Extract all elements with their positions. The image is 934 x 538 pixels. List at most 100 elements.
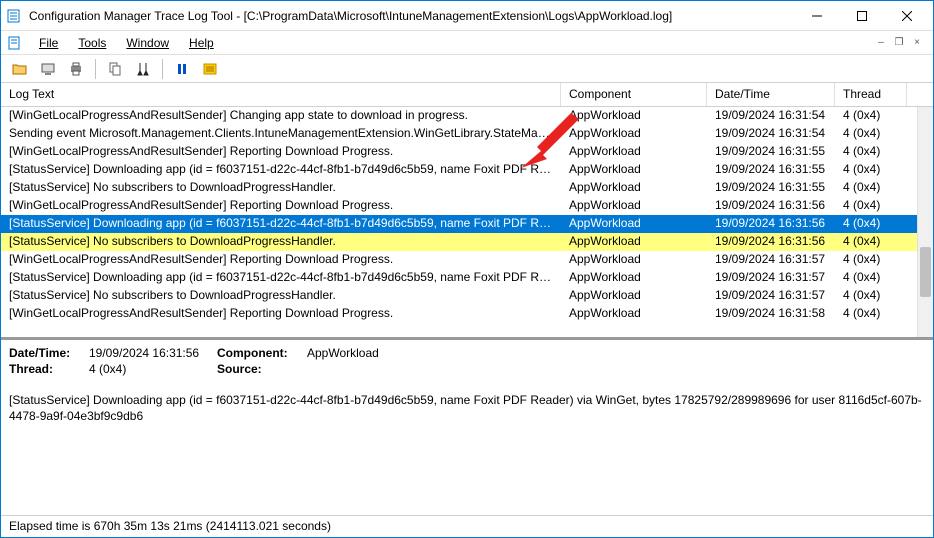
log-cell-text: [WinGetLocalProgressAndResultSender] Rep… xyxy=(1,305,561,323)
log-cell-datetime: 19/09/2024 16:31:58 xyxy=(707,305,835,323)
log-cell-thread: 4 (0x4) xyxy=(835,215,907,233)
log-cell-text: [StatusService] Downloading app (id = f6… xyxy=(1,269,561,287)
detail-thread-value: 4 (0x4) xyxy=(89,362,126,376)
log-cell-text: [WinGetLocalProgressAndResultSender] Rep… xyxy=(1,143,561,161)
log-cell-component: AppWorkload xyxy=(561,143,707,161)
log-cell-component: AppWorkload xyxy=(561,161,707,179)
document-icon xyxy=(7,35,23,51)
status-bar: Elapsed time is 670h 35m 13s 21ms (24141… xyxy=(1,515,933,537)
title-bar: Configuration Manager Trace Log Tool - [… xyxy=(1,1,933,31)
pause-button[interactable] xyxy=(171,58,193,80)
detail-message: [StatusService] Downloading app (id = f6… xyxy=(9,392,925,424)
log-cell-thread: 4 (0x4) xyxy=(835,251,907,269)
detail-component-label: Component: xyxy=(217,346,307,360)
log-cell-text: [StatusService] No subscribers to Downlo… xyxy=(1,233,561,251)
log-cell-datetime: 19/09/2024 16:31:54 xyxy=(707,107,835,125)
log-row[interactable]: [WinGetLocalProgressAndResultSender] Rep… xyxy=(1,197,933,215)
log-cell-thread: 4 (0x4) xyxy=(835,269,907,287)
minimize-button[interactable] xyxy=(794,2,839,30)
log-row[interactable]: [StatusService] Downloading app (id = f6… xyxy=(1,161,933,179)
log-cell-text: [WinGetLocalProgressAndResultSender] Rep… xyxy=(1,197,561,215)
log-cell-datetime: 19/09/2024 16:31:56 xyxy=(707,197,835,215)
menu-window[interactable]: Window xyxy=(116,34,179,52)
log-row[interactable]: [StatusService] No subscribers to Downlo… xyxy=(1,287,933,305)
mdi-minimize-button[interactable]: – xyxy=(873,35,889,51)
log-cell-component: AppWorkload xyxy=(561,179,707,197)
vertical-scrollbar[interactable] xyxy=(917,107,933,337)
log-row[interactable]: [StatusService] No subscribers to Downlo… xyxy=(1,179,933,197)
log-cell-datetime: 19/09/2024 16:31:55 xyxy=(707,179,835,197)
detail-datetime-label: Date/Time: xyxy=(9,346,89,360)
log-cell-thread: 4 (0x4) xyxy=(835,161,907,179)
log-cell-component: AppWorkload xyxy=(561,125,707,143)
log-row[interactable]: [WinGetLocalProgressAndResultSender] Cha… xyxy=(1,107,933,125)
col-header-text[interactable]: Log Text xyxy=(1,83,561,106)
log-cell-datetime: 19/09/2024 16:31:55 xyxy=(707,143,835,161)
print-button[interactable] xyxy=(65,58,87,80)
log-cell-thread: 4 (0x4) xyxy=(835,107,907,125)
log-cell-component: AppWorkload xyxy=(561,233,707,251)
log-cell-text: [WinGetLocalProgressAndResultSender] Rep… xyxy=(1,251,561,269)
maximize-button[interactable] xyxy=(839,2,884,30)
log-cell-datetime: 19/09/2024 16:31:57 xyxy=(707,269,835,287)
log-cell-component: AppWorkload xyxy=(561,215,707,233)
window-title: Configuration Manager Trace Log Tool - [… xyxy=(29,9,794,23)
log-cell-text: [StatusService] No subscribers to Downlo… xyxy=(1,287,561,305)
log-cell-thread: 4 (0x4) xyxy=(835,233,907,251)
col-header-thread[interactable]: Thread xyxy=(835,83,907,106)
open-file-button[interactable] xyxy=(9,58,31,80)
log-row[interactable]: [StatusService] Downloading app (id = f6… xyxy=(1,269,933,287)
log-row[interactable]: [WinGetLocalProgressAndResultSender] Rep… xyxy=(1,305,933,323)
menu-file[interactable]: File xyxy=(29,34,68,52)
log-row[interactable]: [StatusService] No subscribers to Downlo… xyxy=(1,233,933,251)
log-row[interactable]: [StatusService] Downloading app (id = f6… xyxy=(1,215,933,233)
log-cell-text: [WinGetLocalProgressAndResultSender] Cha… xyxy=(1,107,561,125)
log-cell-text: Sending event Microsoft.Management.Clien… xyxy=(1,125,561,143)
log-cell-datetime: 19/09/2024 16:31:57 xyxy=(707,251,835,269)
close-button[interactable] xyxy=(884,2,929,30)
log-row[interactable]: [WinGetLocalProgressAndResultSender] Rep… xyxy=(1,143,933,161)
app-icon xyxy=(7,8,23,24)
log-header: Log Text Component Date/Time Thread xyxy=(1,83,933,107)
log-row[interactable]: [WinGetLocalProgressAndResultSender] Rep… xyxy=(1,251,933,269)
log-cell-thread: 4 (0x4) xyxy=(835,287,907,305)
log-rows[interactable]: [WinGetLocalProgressAndResultSender] Cha… xyxy=(1,107,933,337)
toolbar xyxy=(1,55,933,83)
status-text: Elapsed time is 670h 35m 13s 21ms (24141… xyxy=(9,519,331,533)
log-cell-thread: 4 (0x4) xyxy=(835,125,907,143)
detail-datetime-value: 19/09/2024 16:31:56 xyxy=(89,346,199,360)
mdi-restore-button[interactable]: ❐ xyxy=(891,35,907,51)
log-cell-text: [StatusService] No subscribers to Downlo… xyxy=(1,179,561,197)
log-cell-component: AppWorkload xyxy=(561,269,707,287)
log-cell-thread: 4 (0x4) xyxy=(835,305,907,323)
log-cell-component: AppWorkload xyxy=(561,251,707,269)
scrollbar-thumb[interactable] xyxy=(920,247,931,297)
log-cell-component: AppWorkload xyxy=(561,107,707,125)
log-cell-datetime: 19/09/2024 16:31:54 xyxy=(707,125,835,143)
log-cell-datetime: 19/09/2024 16:31:56 xyxy=(707,233,835,251)
log-cell-component: AppWorkload xyxy=(561,197,707,215)
open-server-button[interactable] xyxy=(37,58,59,80)
log-cell-datetime: 19/09/2024 16:31:56 xyxy=(707,215,835,233)
log-cell-text: [StatusService] Downloading app (id = f6… xyxy=(1,215,561,233)
find-button[interactable] xyxy=(132,58,154,80)
menu-bar: File Tools Window Help – ❐ × xyxy=(1,31,933,55)
detail-thread-label: Thread: xyxy=(9,362,89,376)
menu-tools[interactable]: Tools xyxy=(68,34,116,52)
log-view: Log Text Component Date/Time Thread [Win… xyxy=(1,83,933,337)
log-row[interactable]: Sending event Microsoft.Management.Clien… xyxy=(1,125,933,143)
log-cell-datetime: 19/09/2024 16:31:55 xyxy=(707,161,835,179)
detail-pane: Date/Time: 19/09/2024 16:31:56 Component… xyxy=(1,337,933,512)
log-cell-thread: 4 (0x4) xyxy=(835,143,907,161)
log-cell-component: AppWorkload xyxy=(561,305,707,323)
log-cell-component: AppWorkload xyxy=(561,287,707,305)
col-header-datetime[interactable]: Date/Time xyxy=(707,83,835,106)
mdi-close-button[interactable]: × xyxy=(909,35,925,51)
highlight-button[interactable] xyxy=(199,58,221,80)
log-cell-text: [StatusService] Downloading app (id = f6… xyxy=(1,161,561,179)
copy-button[interactable] xyxy=(104,58,126,80)
log-cell-datetime: 19/09/2024 16:31:57 xyxy=(707,287,835,305)
menu-help[interactable]: Help xyxy=(179,34,224,52)
detail-component-value: AppWorkload xyxy=(307,346,379,360)
col-header-component[interactable]: Component xyxy=(561,83,707,106)
